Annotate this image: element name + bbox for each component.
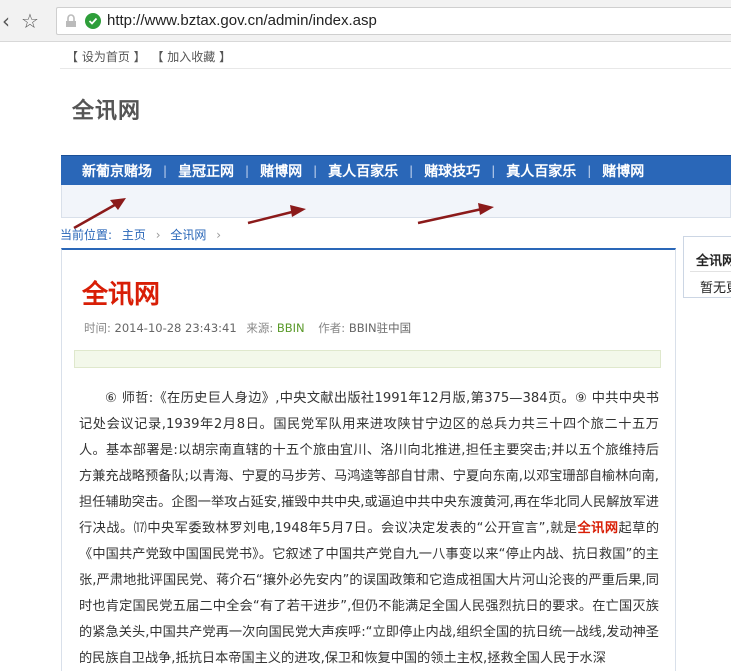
article-title: 全讯网 xyxy=(82,280,161,310)
top-links: 【 设为首页 】 【 加入收藏 】 xyxy=(66,48,233,65)
set-homepage-link[interactable]: 【 设为首页 】 xyxy=(66,50,146,64)
sidebar-heading: 全讯网 xyxy=(696,254,731,269)
arrow-icon xyxy=(417,203,494,225)
main-nav: 新葡京赌场 | 皇冠正网 | 赌博网 | 真人百家乐 | 赌球技巧 | 真人百家乐 | 赌博… xyxy=(61,155,731,185)
secure-shield-icon xyxy=(85,13,101,29)
chevron-right-icon: › xyxy=(216,228,222,242)
article-panel: 全讯网 时间: 2014-10-28 23:43:41 来源: BBIN 作者:… xyxy=(61,248,676,671)
breadcrumb-current-link[interactable]: 全讯网 xyxy=(170,228,206,242)
divider xyxy=(60,68,731,69)
divider xyxy=(690,271,731,272)
browser-toolbar: ‹ ☆ http://www.bztax.gov.cn/admin/index.… xyxy=(0,0,731,42)
article-meta: 时间: 2014-10-28 23:43:41 来源: BBIN 作者: BBI… xyxy=(84,320,411,336)
nav-item[interactable]: 皇冠正网 xyxy=(167,161,245,181)
breadcrumb-home-link[interactable]: 主页 xyxy=(122,228,146,242)
source-value[interactable]: BBIN xyxy=(277,321,305,335)
nav-item[interactable]: 真人百家乐 xyxy=(317,161,409,181)
site-title[interactable]: 全讯网 xyxy=(72,93,141,125)
source-label: 来源: xyxy=(246,321,274,335)
author-value: BBIN驻中国 xyxy=(348,321,412,335)
url-text[interactable]: http://www.bztax.gov.cn/admin/index.asp xyxy=(107,12,377,29)
nav-item[interactable]: 新葡京赌场 xyxy=(71,161,163,181)
address-bar[interactable]: http://www.bztax.gov.cn/admin/index.asp xyxy=(56,7,731,35)
bookmark-star-icon[interactable]: ☆ xyxy=(18,8,42,34)
nav-item[interactable]: 赌球技巧 xyxy=(413,161,491,181)
add-favorite-link[interactable]: 【 加入收藏 】 xyxy=(151,50,231,64)
body-text: ⑥ 师哲:《在历史巨人身边》,中央文献出版社1991年12月版,第375—384… xyxy=(79,391,659,536)
body-text: 起草的《中国共产党致中国国民党书》。它叙述了中国共产党自九一八事变以来“停止内战… xyxy=(79,521,660,666)
breadcrumb: 当前位置: 主页 › 全讯网 › xyxy=(60,226,227,243)
sidebar-text: 暂无更 xyxy=(700,281,731,296)
arrow-icon xyxy=(247,205,306,225)
publish-time: 2014-10-28 23:43:41 xyxy=(114,321,237,335)
author-label: 作者: xyxy=(318,321,346,335)
chevron-right-icon: › xyxy=(155,228,161,242)
nav-item[interactable]: 赌博网 xyxy=(591,161,655,181)
body-keyword-link[interactable]: 全讯网 xyxy=(577,521,618,536)
lock-icon xyxy=(66,14,76,27)
info-bar xyxy=(74,350,661,368)
article-body: ⑥ 师哲:《在历史巨人身边》,中央文献出版社1991年12月版,第375—384… xyxy=(79,386,659,671)
back-icon[interactable]: ‹ xyxy=(0,8,18,34)
nav-item[interactable]: 赌博网 xyxy=(249,161,313,181)
time-label: 时间: xyxy=(84,321,111,335)
nav-item[interactable]: 真人百家乐 xyxy=(495,161,587,181)
sidebar-box: 全讯网 暂无更 xyxy=(683,236,731,298)
breadcrumb-label: 当前位置: xyxy=(60,228,113,242)
sub-nav-bar xyxy=(61,185,731,218)
